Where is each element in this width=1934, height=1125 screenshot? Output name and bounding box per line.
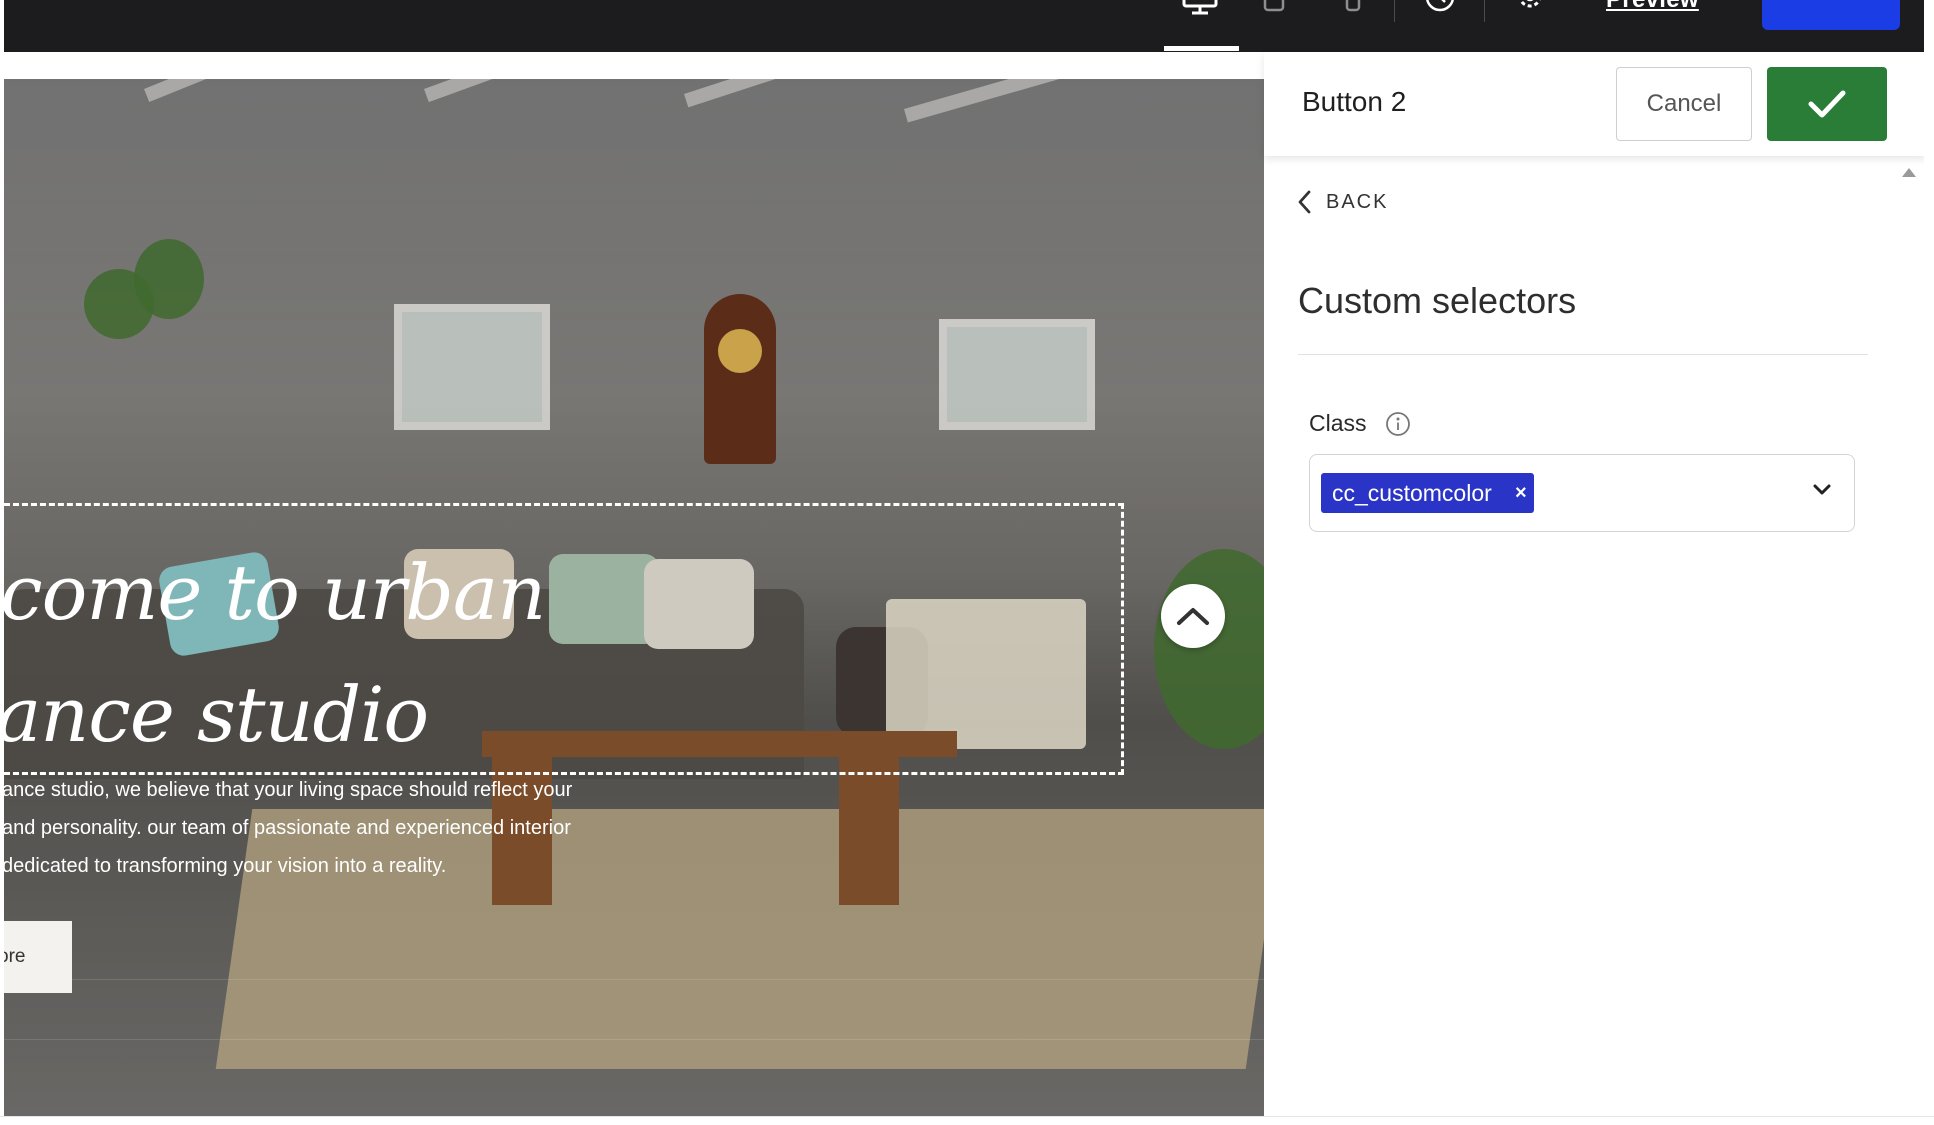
wall-clock <box>704 294 776 464</box>
publish-button[interactable] <box>1762 0 1900 30</box>
ceiling-beam <box>904 79 1129 123</box>
window-right-edge <box>1924 0 1934 1124</box>
floor-board <box>4 1039 1264 1040</box>
hero-description-line: dedicated to transforming your vision in… <box>4 855 447 877</box>
tag-remove-icon[interactable]: × <box>1508 482 1534 505</box>
toolbar-divider <box>1394 0 1395 22</box>
chevron-up-icon <box>1177 608 1209 625</box>
class-tag-label: cc_customcolor <box>1332 479 1492 506</box>
floor-board <box>4 979 1264 980</box>
hanging-plant <box>134 239 204 319</box>
hero-description-line: and personality. our team of passionate … <box>4 817 571 839</box>
settings-icon[interactable] <box>1512 0 1548 14</box>
section-divider <box>1298 354 1868 355</box>
class-label: Class <box>1309 410 1367 436</box>
chevron-left-icon <box>1298 190 1311 214</box>
back-label: BACK <box>1326 190 1389 213</box>
window-left <box>394 304 550 430</box>
top-toolbar: Preview <box>4 0 1924 52</box>
hero-description-line: ance studio, we believe that your living… <box>4 779 573 801</box>
active-device-indicator <box>1164 46 1239 51</box>
panel-header: Button 2 Cancel <box>1264 52 1927 156</box>
chevron-down-icon[interactable] <box>1812 483 1832 502</box>
tablet-icon[interactable] <box>1259 0 1289 12</box>
checkmark-icon <box>1808 90 1846 118</box>
class-field-label: Class <box>1309 410 1411 437</box>
confirm-button[interactable] <box>1767 67 1887 141</box>
toolbar-divider <box>1484 0 1485 22</box>
editor-canvas: come to urban ance studio ance studio, w… <box>4 52 1264 1116</box>
ceiling-beam <box>424 79 655 103</box>
hero-cta-label: ore <box>4 946 26 967</box>
ceiling-beam <box>144 79 391 102</box>
scroll-up-arrow-icon[interactable] <box>1902 168 1916 177</box>
section-title: Custom selectors <box>1298 280 1577 321</box>
scroll-to-top-button[interactable] <box>1161 584 1225 648</box>
clock-face <box>718 329 762 373</box>
hero-section: come to urban ance studio ance studio, w… <box>4 79 1264 1116</box>
history-icon[interactable] <box>1423 0 1457 14</box>
coffee-table-leg <box>839 755 899 905</box>
ceiling-beam <box>684 79 908 108</box>
class-selector-input[interactable]: cc_customcolor × <box>1309 454 1855 532</box>
cancel-button[interactable]: Cancel <box>1616 67 1752 141</box>
back-link[interactable]: BACK <box>1298 190 1388 214</box>
info-icon[interactable] <box>1385 411 1411 437</box>
hero-cta-button[interactable]: ore <box>4 921 72 993</box>
floor-plant <box>1154 549 1264 749</box>
preview-link[interactable]: Preview <box>1606 0 1699 14</box>
settings-panel: Button 2 Cancel BACK Custom selectors Cl… <box>1264 52 1927 1116</box>
desktop-icon[interactable] <box>1169 0 1231 16</box>
hero-title-line1: come to urban <box>4 548 546 637</box>
window-right <box>939 319 1095 430</box>
hero-title-line2: ance studio <box>4 670 429 759</box>
class-tag: cc_customcolor × <box>1321 473 1534 513</box>
hero-description: ance studio, we believe that your living… <box>4 771 682 885</box>
mobile-icon[interactable] <box>1341 0 1365 12</box>
panel-title: Button 2 <box>1302 86 1407 117</box>
